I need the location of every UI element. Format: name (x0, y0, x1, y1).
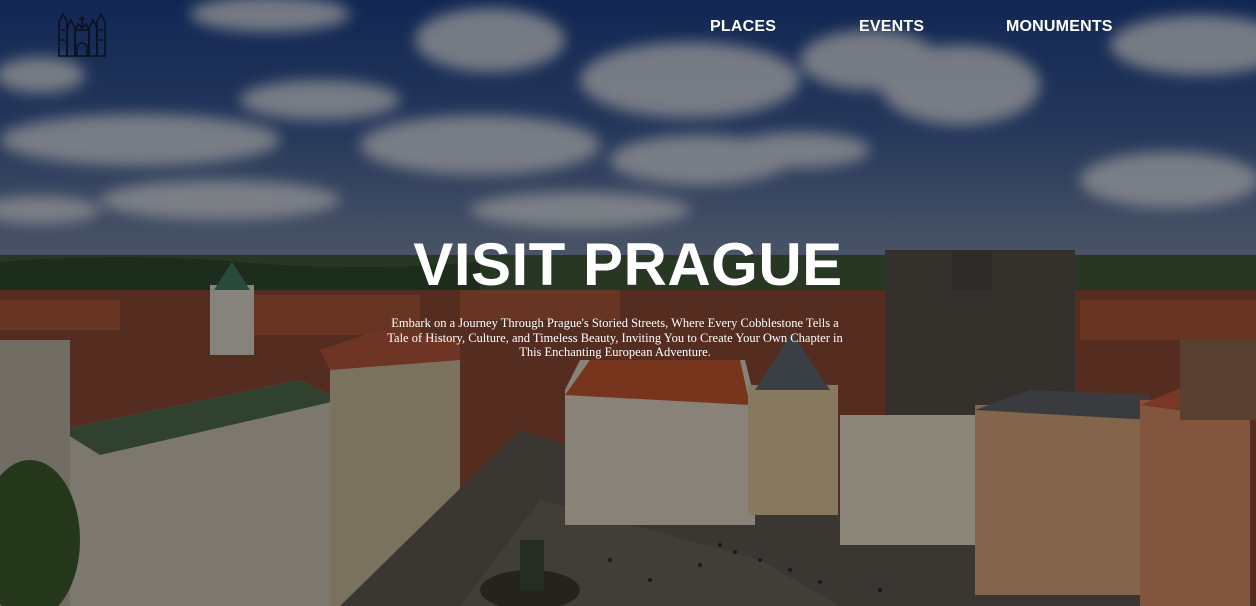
hero-dark-overlay (0, 0, 1256, 606)
site-logo[interactable] (56, 8, 108, 58)
nav-link-monuments[interactable]: MONUMENTS (1006, 18, 1113, 36)
hero-section: PLACES EVENTS MONUMENTS VISIT PRAGUE Emb… (0, 0, 1256, 606)
nav-link-places[interactable]: PLACES (710, 18, 776, 36)
hero-tagline: Embark on a Journey Through Prague's Sto… (387, 316, 843, 359)
castle-icon (58, 12, 106, 57)
hero-title: VISIT PRAGUE (413, 231, 843, 298)
nav-link-events[interactable]: EVENTS (859, 18, 924, 36)
